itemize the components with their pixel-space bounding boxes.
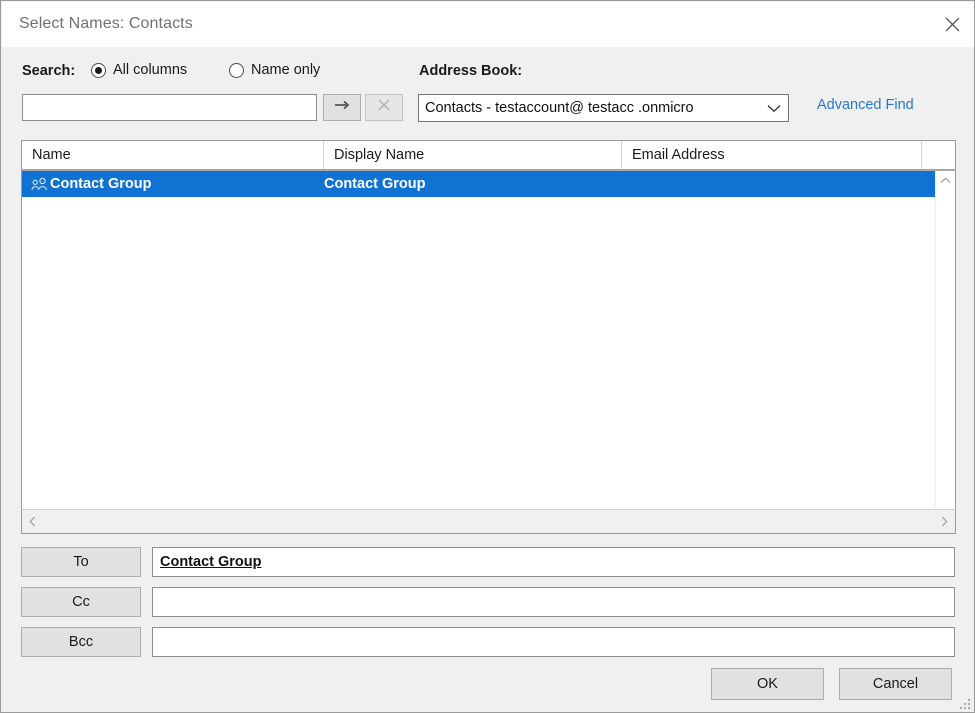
address-book-label: Address Book: [419, 63, 523, 79]
search-clear-button[interactable] [365, 94, 403, 121]
search-label: Search: [22, 63, 76, 79]
contact-group-icon [22, 177, 50, 192]
row-name: Contact Group [50, 176, 152, 192]
horizontal-scrollbar[interactable] [21, 509, 956, 534]
radio-all-columns-label: All columns [113, 62, 188, 78]
address-book-dropdown[interactable]: Contacts - testaccount@ testacc .onmicro [418, 94, 789, 122]
radio-all-columns[interactable]: All columns [91, 62, 187, 78]
close-icon[interactable] [929, 2, 974, 47]
radio-name-only-label: Name only [251, 62, 321, 78]
contacts-rows: Contact Group Contact Group [22, 171, 955, 533]
column-header-display-name[interactable]: Display Name [324, 141, 622, 169]
cc-field[interactable] [152, 587, 955, 617]
chevron-left-icon[interactable] [22, 510, 43, 533]
advanced-find-link[interactable]: Advanced Find [817, 97, 914, 113]
resize-grip-icon[interactable] [959, 697, 971, 709]
chevron-down-icon [760, 104, 788, 113]
column-headers: Name Display Name Email Address [22, 141, 955, 171]
cancel-button[interactable]: Cancel [839, 668, 952, 700]
column-header-name[interactable]: Name [22, 141, 324, 169]
to-field-value: Contact Group [160, 554, 262, 570]
vertical-scrollbar[interactable] [935, 171, 955, 533]
to-field[interactable]: Contact Group [152, 547, 955, 577]
radio-all-columns-indicator [91, 62, 106, 78]
column-header-extra[interactable] [922, 141, 955, 169]
contacts-listbox: Name Display Name Email Address Contact … [21, 140, 956, 534]
radio-name-only[interactable]: Name only [229, 62, 320, 78]
arrow-right-icon [333, 98, 351, 117]
title-bar: Select Names: Contacts [2, 2, 974, 47]
search-input[interactable] [22, 94, 317, 121]
chevron-right-icon[interactable] [934, 510, 955, 533]
chevron-up-icon[interactable] [936, 171, 955, 190]
column-header-email[interactable]: Email Address [622, 141, 922, 169]
to-button[interactable]: To [21, 547, 141, 577]
address-book-selected-value: Contacts - testaccount@ testacc .onmicro [425, 100, 694, 116]
search-go-button[interactable] [323, 94, 361, 121]
bcc-field[interactable] [152, 627, 955, 657]
select-names-dialog: Select Names: Contacts Search: All colum… [0, 0, 975, 713]
page-title: Select Names: Contacts [19, 15, 193, 32]
cc-button[interactable]: Cc [21, 587, 141, 617]
bcc-button[interactable]: Bcc [21, 627, 141, 657]
table-row[interactable]: Contact Group Contact Group [22, 171, 936, 197]
row-display-name: Contact Group [324, 176, 426, 192]
radio-name-only-indicator [229, 62, 244, 78]
ok-button[interactable]: OK [711, 668, 824, 700]
clear-x-icon [377, 98, 391, 117]
